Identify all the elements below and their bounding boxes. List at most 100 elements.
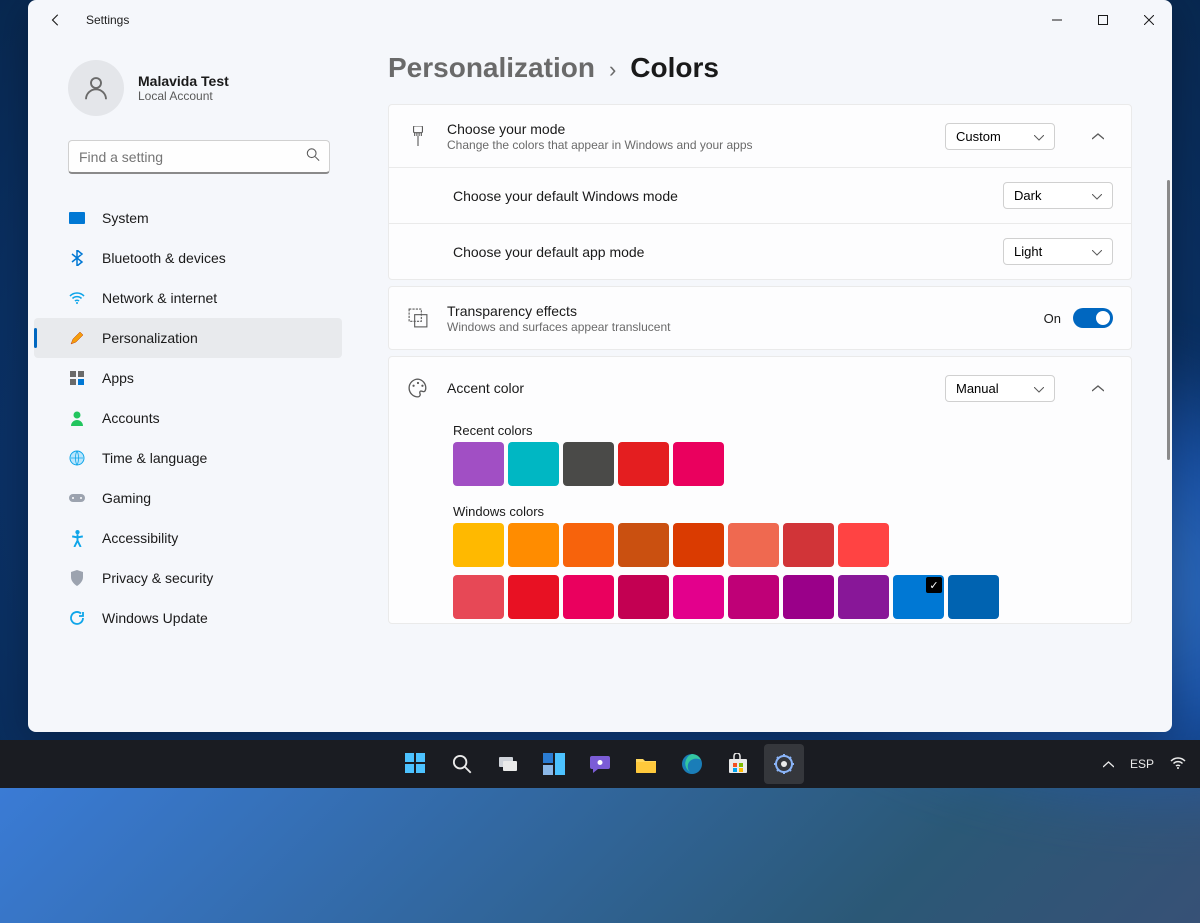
chevron-down-icon bbox=[1034, 381, 1044, 396]
color-swatch[interactable] bbox=[508, 523, 559, 567]
windows-colors-label: Windows colors bbox=[453, 504, 1113, 519]
minimize-button[interactable] bbox=[1034, 0, 1080, 40]
color-swatch[interactable] bbox=[563, 442, 614, 486]
sidebar-item-label: Privacy & security bbox=[102, 570, 213, 586]
task-search-button[interactable] bbox=[442, 744, 482, 784]
expand-button[interactable] bbox=[1083, 121, 1113, 151]
sidebar-item-system[interactable]: System bbox=[34, 198, 342, 238]
color-swatch[interactable] bbox=[453, 523, 504, 567]
sidebar-item-network[interactable]: Network & internet bbox=[34, 278, 342, 318]
color-swatch[interactable] bbox=[618, 523, 669, 567]
win-mode-dropdown[interactable]: Dark bbox=[1003, 182, 1113, 209]
breadcrumb: Personalization › Colors bbox=[388, 52, 1132, 84]
sidebar-item-label: Windows Update bbox=[102, 610, 208, 626]
color-swatch[interactable] bbox=[728, 575, 779, 619]
scrollbar[interactable] bbox=[1167, 180, 1170, 460]
toggle-label: On bbox=[1044, 311, 1061, 326]
task-view-button[interactable] bbox=[488, 744, 528, 784]
brush-icon bbox=[407, 126, 429, 146]
color-swatch[interactable] bbox=[453, 442, 504, 486]
color-swatch[interactable] bbox=[838, 575, 889, 619]
transparency-desc: Windows and surfaces appear translucent bbox=[447, 320, 1026, 334]
app-mode-dropdown[interactable]: Light bbox=[1003, 238, 1113, 265]
color-swatch[interactable] bbox=[783, 575, 834, 619]
system-tray: ESP bbox=[1103, 757, 1186, 772]
search-input[interactable] bbox=[68, 140, 330, 174]
app-mode-label: Choose your default app mode bbox=[453, 244, 1003, 260]
sidebar: Malavida Test Local Account System Bluet… bbox=[28, 40, 348, 732]
start-button[interactable] bbox=[396, 744, 436, 784]
sidebar-item-label: Bluetooth & devices bbox=[102, 250, 226, 266]
sidebar-item-label: Time & language bbox=[102, 450, 207, 466]
color-swatch[interactable] bbox=[508, 442, 559, 486]
color-swatch[interactable] bbox=[673, 575, 724, 619]
edge-button[interactable] bbox=[672, 744, 712, 784]
color-swatch[interactable] bbox=[563, 575, 614, 619]
tray-chevron-icon[interactable] bbox=[1103, 757, 1114, 771]
color-swatch[interactable] bbox=[618, 442, 669, 486]
mode-dropdown[interactable]: Custom bbox=[945, 123, 1055, 150]
sidebar-item-label: System bbox=[102, 210, 149, 226]
transparency-title: Transparency effects bbox=[447, 303, 1026, 319]
wifi-icon bbox=[68, 289, 86, 307]
search-box bbox=[68, 140, 330, 174]
sidebar-item-time[interactable]: Time & language bbox=[34, 438, 342, 478]
chevron-right-icon: › bbox=[609, 57, 616, 83]
recent-swatches bbox=[453, 442, 1023, 486]
expand-button[interactable] bbox=[1083, 373, 1113, 403]
sidebar-item-personalization[interactable]: Personalization bbox=[34, 318, 342, 358]
transparency-toggle[interactable] bbox=[1073, 308, 1113, 328]
apps-icon bbox=[68, 369, 86, 387]
shield-icon bbox=[68, 569, 86, 587]
palette-icon bbox=[407, 378, 429, 398]
color-swatch[interactable] bbox=[673, 442, 724, 486]
sidebar-item-update[interactable]: Windows Update bbox=[34, 598, 342, 638]
close-button[interactable] bbox=[1126, 0, 1172, 40]
color-swatch[interactable] bbox=[618, 575, 669, 619]
accent-dropdown[interactable]: Manual bbox=[945, 375, 1055, 402]
color-swatch[interactable] bbox=[508, 575, 559, 619]
profile[interactable]: Malavida Test Local Account bbox=[28, 50, 348, 134]
accent-title: Accent color bbox=[447, 380, 927, 396]
accent-card: Accent color Manual Recent colors Window… bbox=[388, 356, 1132, 624]
breadcrumb-parent[interactable]: Personalization bbox=[388, 52, 595, 84]
color-swatch[interactable] bbox=[948, 575, 999, 619]
color-swatch[interactable] bbox=[893, 575, 944, 619]
sidebar-item-accounts[interactable]: Accounts bbox=[34, 398, 342, 438]
chat-button[interactable] bbox=[580, 744, 620, 784]
nav: System Bluetooth & devices Network & int… bbox=[28, 188, 348, 638]
sidebar-item-apps[interactable]: Apps bbox=[34, 358, 342, 398]
sidebar-item-accessibility[interactable]: Accessibility bbox=[34, 518, 342, 558]
settings-taskbar-button[interactable] bbox=[764, 744, 804, 784]
store-button[interactable] bbox=[718, 744, 758, 784]
person-icon bbox=[68, 409, 86, 427]
gamepad-icon bbox=[68, 489, 86, 507]
system-icon bbox=[68, 209, 86, 227]
color-swatch[interactable] bbox=[783, 523, 834, 567]
profile-name: Malavida Test bbox=[138, 73, 229, 89]
tray-language[interactable]: ESP bbox=[1130, 757, 1154, 771]
titlebar: Settings bbox=[28, 0, 1172, 40]
maximize-button[interactable] bbox=[1080, 0, 1126, 40]
transparency-card: Transparency effects Windows and surface… bbox=[388, 286, 1132, 350]
main-content: Personalization › Colors Choose your mod… bbox=[348, 40, 1172, 732]
back-button[interactable] bbox=[42, 6, 70, 34]
sidebar-item-label: Gaming bbox=[102, 490, 151, 506]
color-swatch[interactable] bbox=[728, 523, 779, 567]
sidebar-item-label: Accounts bbox=[102, 410, 160, 426]
paintbrush-icon bbox=[68, 329, 86, 347]
sidebar-item-privacy[interactable]: Privacy & security bbox=[34, 558, 342, 598]
windows-swatches bbox=[453, 523, 1013, 619]
color-swatch[interactable] bbox=[563, 523, 614, 567]
widgets-button[interactable] bbox=[534, 744, 574, 784]
sidebar-item-gaming[interactable]: Gaming bbox=[34, 478, 342, 518]
mode-card: Choose your mode Change the colors that … bbox=[388, 104, 1132, 280]
explorer-button[interactable] bbox=[626, 744, 666, 784]
sidebar-item-bluetooth[interactable]: Bluetooth & devices bbox=[34, 238, 342, 278]
chevron-down-icon bbox=[1092, 244, 1102, 259]
color-swatch[interactable] bbox=[838, 523, 889, 567]
sidebar-item-label: Accessibility bbox=[102, 530, 178, 546]
color-swatch[interactable] bbox=[673, 523, 724, 567]
tray-wifi-icon[interactable] bbox=[1170, 757, 1186, 772]
color-swatch[interactable] bbox=[453, 575, 504, 619]
